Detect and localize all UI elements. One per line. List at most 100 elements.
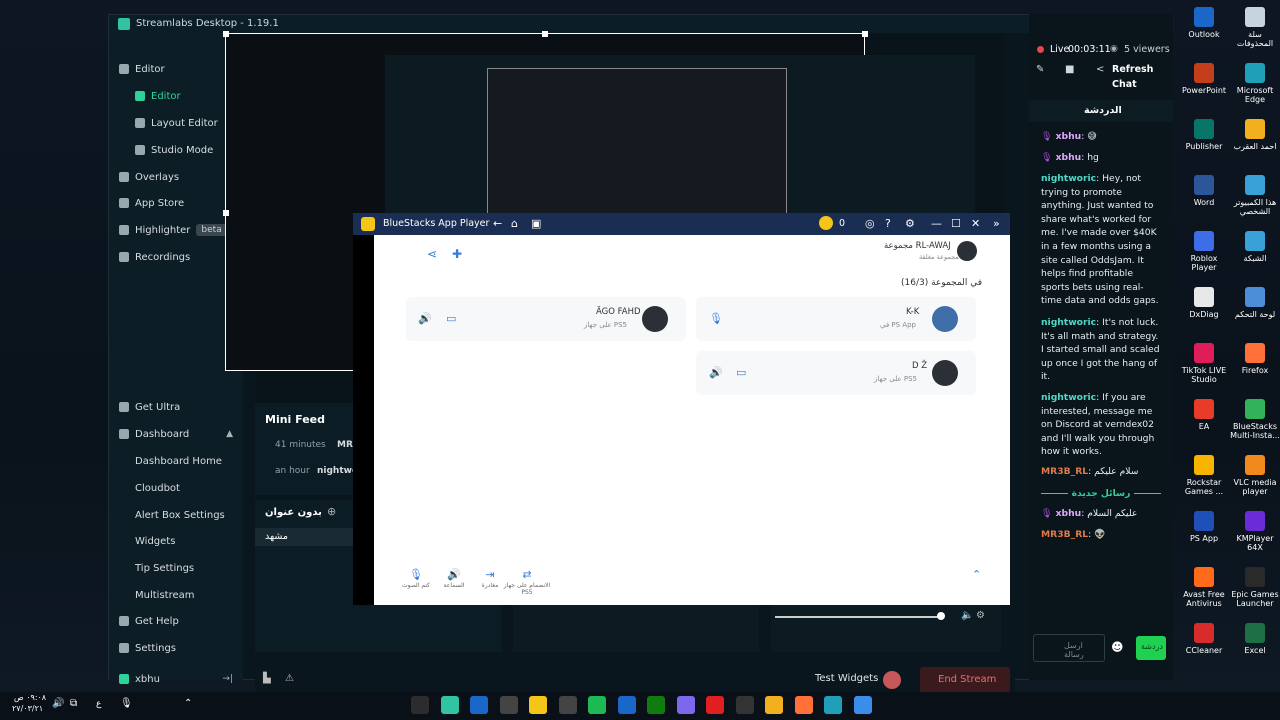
chat-input[interactable]: ارسل رسالة xyxy=(1033,634,1105,662)
network-icon[interactable]: ⧉ xyxy=(70,698,77,709)
desktop-icon[interactable]: Excel xyxy=(1229,623,1280,655)
chevron-icon[interactable]: ▲ xyxy=(226,429,233,439)
desktop-icon[interactable]: PS App xyxy=(1178,511,1230,543)
desktop-icon[interactable]: Firefox xyxy=(1229,343,1280,375)
desktop-icon[interactable]: هذا الكمبيوتر الشخصي xyxy=(1229,175,1280,216)
stats-icon[interactable]: ▙ xyxy=(263,673,271,684)
scene-collection[interactable]: بدون عنوان xyxy=(265,507,322,518)
resize-handle[interactable] xyxy=(223,210,229,216)
clock-time[interactable]: ٠٩:٠٨ ص xyxy=(14,693,46,702)
member-card[interactable]: 🔊 ▭ ÄGO FAHD على جهاز PS5 xyxy=(406,297,686,341)
desktop-icon[interactable]: BlueStacks Multi-Insta... xyxy=(1229,399,1280,440)
member-card[interactable]: 🔊 ▭ D Ž على جهاز PS5 xyxy=(696,351,976,395)
chat-username[interactable]: MR3B_RL xyxy=(1041,529,1088,540)
apps-icon[interactable]: ▣ xyxy=(531,217,541,230)
taskbar-app-icon[interactable] xyxy=(735,696,754,714)
sidebar-item-dashboard-home[interactable]: Dashboard Home xyxy=(109,451,243,471)
chat-username[interactable]: MR3B_RL xyxy=(1041,466,1088,477)
desktop-icon[interactable]: احمد العقرب xyxy=(1229,119,1280,151)
sidebar-item-cloudbot[interactable]: Cloudbot xyxy=(109,478,243,498)
emoji-icon[interactable]: ☻ xyxy=(1111,640,1124,654)
desktop-icon[interactable]: Roblox Player xyxy=(1178,231,1230,272)
minimize-icon[interactable]: — xyxy=(931,217,942,230)
sidebar-item-get-help[interactable]: Get Help xyxy=(109,611,243,631)
desktop-icon[interactable]: Outlook xyxy=(1178,7,1230,39)
desktop-icon[interactable]: CCleaner xyxy=(1178,623,1230,655)
sidebar-item-overlays[interactable]: Overlays▼ xyxy=(109,167,243,187)
taskbar-app-icon[interactable] xyxy=(824,696,842,714)
back-icon[interactable]: ← xyxy=(493,217,502,230)
add-scene-icon[interactable]: ⊕ xyxy=(327,505,336,518)
taskbar-app-icon[interactable] xyxy=(765,696,783,714)
chat-username[interactable]: xbhu xyxy=(1056,131,1082,142)
sidebar-item-editor[interactable]: Editor xyxy=(109,86,243,106)
desktop-icon[interactable]: الشبكة xyxy=(1229,231,1280,263)
taskbar-app-icon[interactable] xyxy=(647,696,665,714)
sidebar-item-widgets[interactable]: Widgets xyxy=(109,531,243,551)
taskbar-app-icon[interactable] xyxy=(853,696,872,714)
sidebar-item-highlighter[interactable]: Highlighter beta xyxy=(109,220,243,240)
sidebar-item-dashboard[interactable]: Dashboard ▲ xyxy=(109,424,243,444)
close-icon[interactable]: ✕ xyxy=(971,217,980,230)
sidebar-item-layout-editor[interactable]: Layout Editor xyxy=(109,113,243,133)
desktop-icon[interactable]: VLC media player xyxy=(1229,455,1280,496)
desktop-icon[interactable]: Publisher xyxy=(1178,119,1230,151)
chat-username[interactable]: xbhu xyxy=(1056,508,1082,519)
settings-icon[interactable]: ⚙ xyxy=(905,217,915,230)
volume-slider-handle[interactable] xyxy=(937,612,945,620)
user-account[interactable]: xbhu →| xyxy=(109,669,243,689)
volume-icon[interactable]: 🔊 xyxy=(52,698,64,709)
join-ps5-button[interactable]: ⇄ الانضمام على جهاز PS5 xyxy=(502,563,552,596)
desktop-icon[interactable]: EA xyxy=(1178,399,1230,431)
sidebar-item-multistream[interactable]: Multistream xyxy=(109,585,243,605)
sidebar-item-editor[interactable]: Editor▲ xyxy=(109,59,243,79)
taskbar-app-icon[interactable] xyxy=(794,696,813,714)
taskbar-app-icon[interactable] xyxy=(470,696,488,714)
sidebar-item-alert-box-settings[interactable]: Alert Box Settings xyxy=(109,505,243,525)
chat-username[interactable]: nightworic xyxy=(1041,317,1096,328)
desktop-icon[interactable]: Avast Free Antivirus xyxy=(1178,567,1230,608)
taskbar-app-icon[interactable] xyxy=(588,696,606,714)
share-icon[interactable]: ⋖ xyxy=(427,247,437,261)
speaker-button[interactable]: 🔊 السماعة xyxy=(434,563,474,589)
sidebar-item-settings[interactable]: Settings xyxy=(109,638,243,658)
desktop-icon[interactable]: لوحة التحكم xyxy=(1229,287,1280,319)
resize-handle[interactable] xyxy=(862,31,868,37)
maximize-icon[interactable]: ☐ xyxy=(951,217,961,230)
speaker-icon[interactable]: 🔊 xyxy=(709,366,723,379)
desktop-icon[interactable]: KMPlayer 64X xyxy=(1229,511,1280,552)
sidebar-item-get-ultra[interactable]: Get Ultra xyxy=(109,397,243,417)
chat-username[interactable]: nightworic xyxy=(1041,392,1096,403)
camera-icon[interactable]: ■ xyxy=(1065,64,1074,75)
desktop-icon[interactable]: DxDiag xyxy=(1178,287,1230,319)
taskbar-app-icon[interactable] xyxy=(440,696,459,714)
test-widgets-button[interactable]: Test Widgets xyxy=(815,673,878,684)
share-icon[interactable]: < xyxy=(1096,64,1104,75)
record-button[interactable] xyxy=(883,671,901,689)
sidebar-item-studio-mode[interactable]: Studio Mode xyxy=(109,140,243,160)
logout-icon[interactable]: →| xyxy=(222,674,233,684)
taskbar-app-icon[interactable] xyxy=(558,696,577,714)
help-icon[interactable]: ? xyxy=(885,217,891,230)
chevron-up-icon[interactable]: ⌃ xyxy=(972,568,981,581)
resize-handle[interactable] xyxy=(542,31,548,37)
add-user-icon[interactable]: ✚ xyxy=(452,247,462,261)
alert-icon[interactable]: ⚠ xyxy=(285,673,294,684)
desktop-icon[interactable]: Epic Games Launcher xyxy=(1229,567,1280,608)
mic-icon[interactable]: 🎙 xyxy=(120,698,133,709)
speaker-icon[interactable]: 🔈 xyxy=(961,610,973,621)
desktop-icon[interactable]: Microsoft Edge xyxy=(1229,63,1280,104)
sidebar-item-tip-settings[interactable]: Tip Settings xyxy=(109,558,243,578)
gear-icon[interactable]: ⚙ xyxy=(976,610,985,621)
resize-handle[interactable] xyxy=(223,31,229,37)
language-indicator[interactable]: ع xyxy=(96,699,101,709)
tray-expand-icon[interactable]: ⌃ xyxy=(184,698,192,709)
desktop-icon[interactable]: Word xyxy=(1178,175,1230,207)
desktop-icon[interactable]: سلة المحذوفات xyxy=(1229,7,1280,48)
home-icon[interactable]: ⌂ xyxy=(511,217,518,230)
account-icon[interactable]: ◎ xyxy=(865,217,875,230)
desktop-icon[interactable]: TikTok LIVE Studio xyxy=(1178,343,1230,384)
chat-username[interactable]: nightworic xyxy=(1041,173,1096,184)
send-chat-button[interactable]: دردشة xyxy=(1136,636,1166,660)
taskbar-app-icon[interactable] xyxy=(706,696,724,714)
